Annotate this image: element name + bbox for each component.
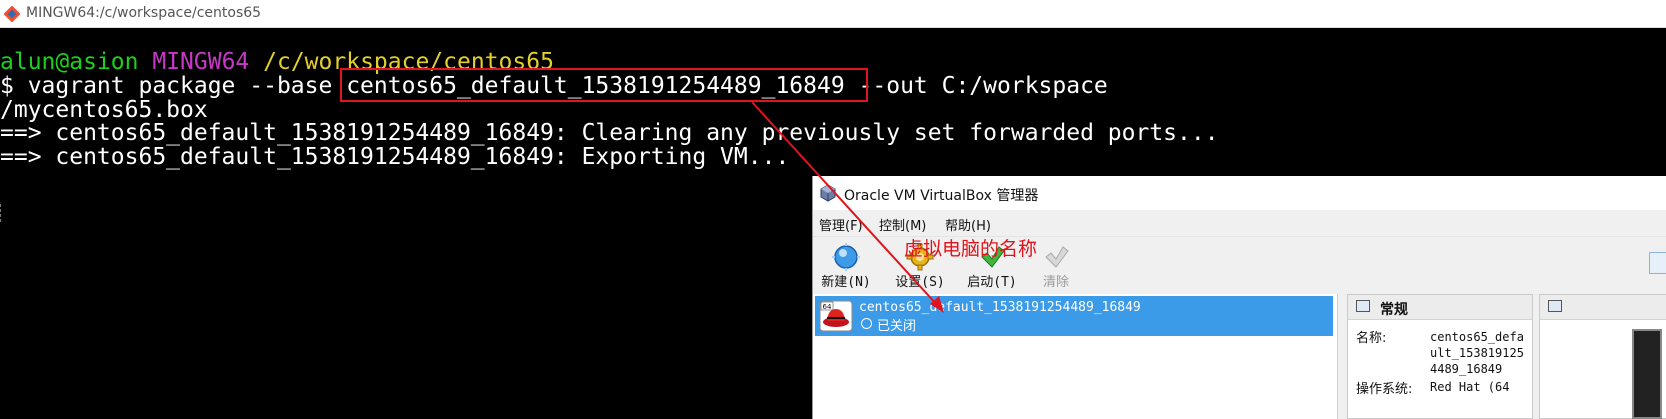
annotation-arrow [751,101,944,313]
